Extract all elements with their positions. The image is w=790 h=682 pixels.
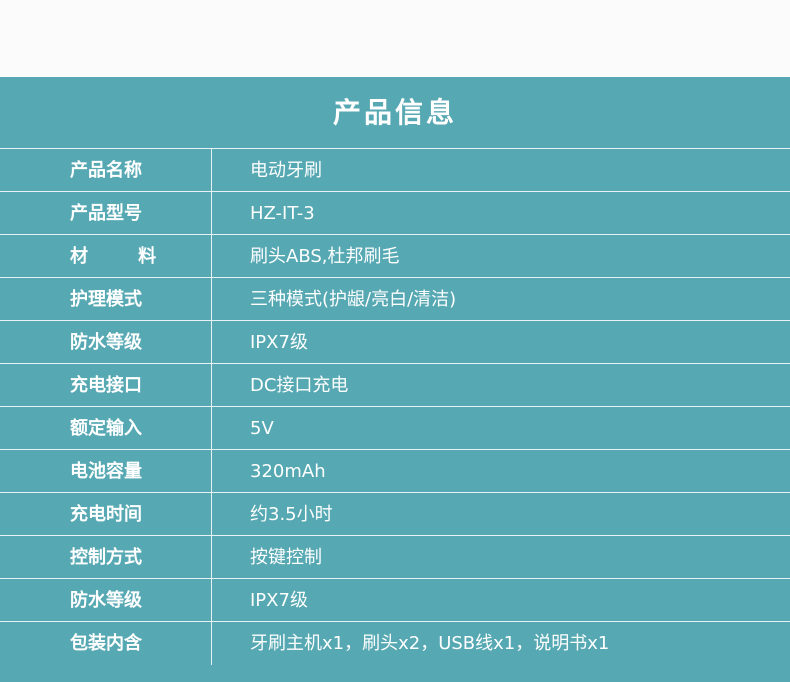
row-value: IPX7级 [250,332,308,353]
row-label: 产品名称 [0,149,212,191]
table-row: 充电时间 约3.5小时 [0,493,790,536]
row-label: 防水等级 [0,321,212,363]
row-label: 控制方式 [0,536,212,578]
row-value: 三种模式(护龈/亮白/清洁) [250,289,457,310]
table-row: 材 料 刷头ABS,杜邦刷毛 [0,235,790,278]
table-row: 产品名称 电动牙刷 [0,149,790,192]
table-row: 防水等级 IPX7级 [0,321,790,364]
row-value: IPX7级 [250,590,308,611]
row-value: 约3.5小时 [250,504,333,525]
table-row: 护理模式 三种模式(护龈/亮白/清洁) [0,278,790,321]
row-value: 电动牙刷 [250,160,322,181]
row-value: DC接口充电 [250,375,349,396]
product-info-panel: 产品信息 产品名称 电动牙刷 产品型号 HZ-IT-3 材 料 刷头ABS,杜邦… [0,77,790,682]
row-label: 防水等级 [0,579,212,621]
table-row: 控制方式 按键控制 [0,536,790,579]
table-row: 防水等级 IPX7级 [0,579,790,622]
row-label: 充电接口 [0,364,212,406]
row-label: 电池容量 [0,450,212,492]
row-label: 护理模式 [0,278,212,320]
top-blank-area [0,0,790,77]
row-label: 材 料 [0,235,212,277]
table-row: 额定输入 5V [0,407,790,450]
row-value: 按键控制 [250,547,322,568]
row-value: HZ-IT-3 [250,203,315,224]
row-value: 刷头ABS,杜邦刷毛 [250,246,400,267]
row-value: 320mAh [250,461,326,482]
row-label: 额定输入 [0,407,212,449]
row-label: 充电时间 [0,493,212,535]
table-row: 产品型号 HZ-IT-3 [0,192,790,235]
table-row: 包装内含 牙刷主机x1，刷头x2，USB线x1，说明书x1 [0,622,790,665]
row-value: 牙刷主机x1，刷头x2，USB线x1，说明书x1 [250,633,610,654]
panel-title: 产品信息 [332,96,457,129]
row-label: 包装内含 [0,622,212,665]
row-value: 5V [250,418,274,439]
spec-table: 产品名称 电动牙刷 产品型号 HZ-IT-3 材 料 刷头ABS,杜邦刷毛 护理… [0,148,790,665]
table-row: 电池容量 320mAh [0,450,790,493]
row-label: 产品型号 [0,192,212,234]
table-row: 充电接口 DC接口充电 [0,364,790,407]
